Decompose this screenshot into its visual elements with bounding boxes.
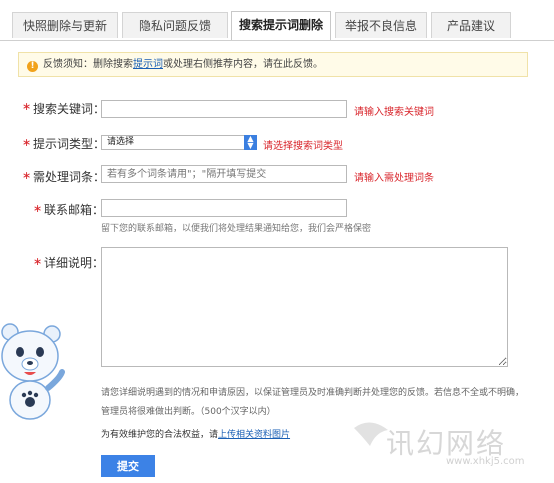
- upload-link[interactable]: 上传相关资料图片: [218, 430, 290, 440]
- tab-bar: 快照删除与更新 隐私问题反馈 搜索提示词删除 举报不良信息 产品建议: [0, 0, 554, 41]
- type-select-value: 请选择: [107, 137, 135, 147]
- tab-product-suggestion[interactable]: 产品建议: [431, 12, 511, 38]
- email-input[interactable]: [101, 199, 347, 217]
- type-label: 提示词类型：: [33, 137, 106, 151]
- notice-prefix: 反馈须知：删除搜索: [43, 59, 133, 70]
- upload-prefix: 为有效维护您的合法权益，请: [101, 430, 219, 440]
- tab-privacy-feedback[interactable]: 隐私问题反馈: [122, 12, 228, 38]
- required-star: ∗: [33, 255, 43, 268]
- keyword-error: 请输入搜索关键词: [354, 107, 434, 118]
- required-star: ∗: [22, 169, 32, 182]
- required-star: ∗: [22, 100, 32, 113]
- select-arrows-icon: ▲ ▼: [244, 135, 257, 150]
- words-label: 需处理词条：: [33, 170, 106, 184]
- warning-icon: !: [27, 61, 38, 72]
- required-star: ∗: [22, 136, 32, 149]
- keyword-input[interactable]: [101, 100, 347, 118]
- feedback-notice: ! 反馈须知：删除搜索提示词或处理右侧推荐内容，请在此反馈。: [18, 52, 528, 77]
- tab-snapshot-delete[interactable]: 快照删除与更新: [12, 12, 118, 38]
- tab-report-bad-info[interactable]: 举报不良信息: [335, 12, 427, 38]
- email-hint: 留下您的联系邮箱，以便我们将处理结果通知给您，我们会严格保密: [101, 224, 372, 234]
- email-label: 联系邮箱：: [44, 203, 105, 217]
- words-error: 请输入需处理词条: [354, 173, 434, 184]
- words-input[interactable]: [101, 165, 347, 183]
- notice-suffix: 或处理右侧推荐内容，请在此反馈。: [163, 59, 323, 70]
- type-error: 请选择搜索词类型: [263, 141, 343, 152]
- detail-label: 详细说明：: [44, 256, 105, 270]
- watermark-url: www.xhkj5.com: [446, 456, 525, 467]
- required-star: ∗: [33, 202, 43, 215]
- detail-textarea[interactable]: [101, 247, 508, 367]
- tab-search-suggestion-delete[interactable]: 搜索提示词删除: [231, 11, 331, 40]
- notice-link[interactable]: 提示词: [133, 59, 163, 70]
- keyword-label: 搜索关键词：: [33, 102, 106, 116]
- upload-line: 为有效维护您的合法权益，请上传相关资料图片: [101, 427, 290, 440]
- submit-button[interactable]: 提交: [101, 455, 155, 477]
- type-select[interactable]: 请选择 ▲ ▼: [101, 135, 257, 150]
- bear-mascot-icon: [1, 323, 65, 420]
